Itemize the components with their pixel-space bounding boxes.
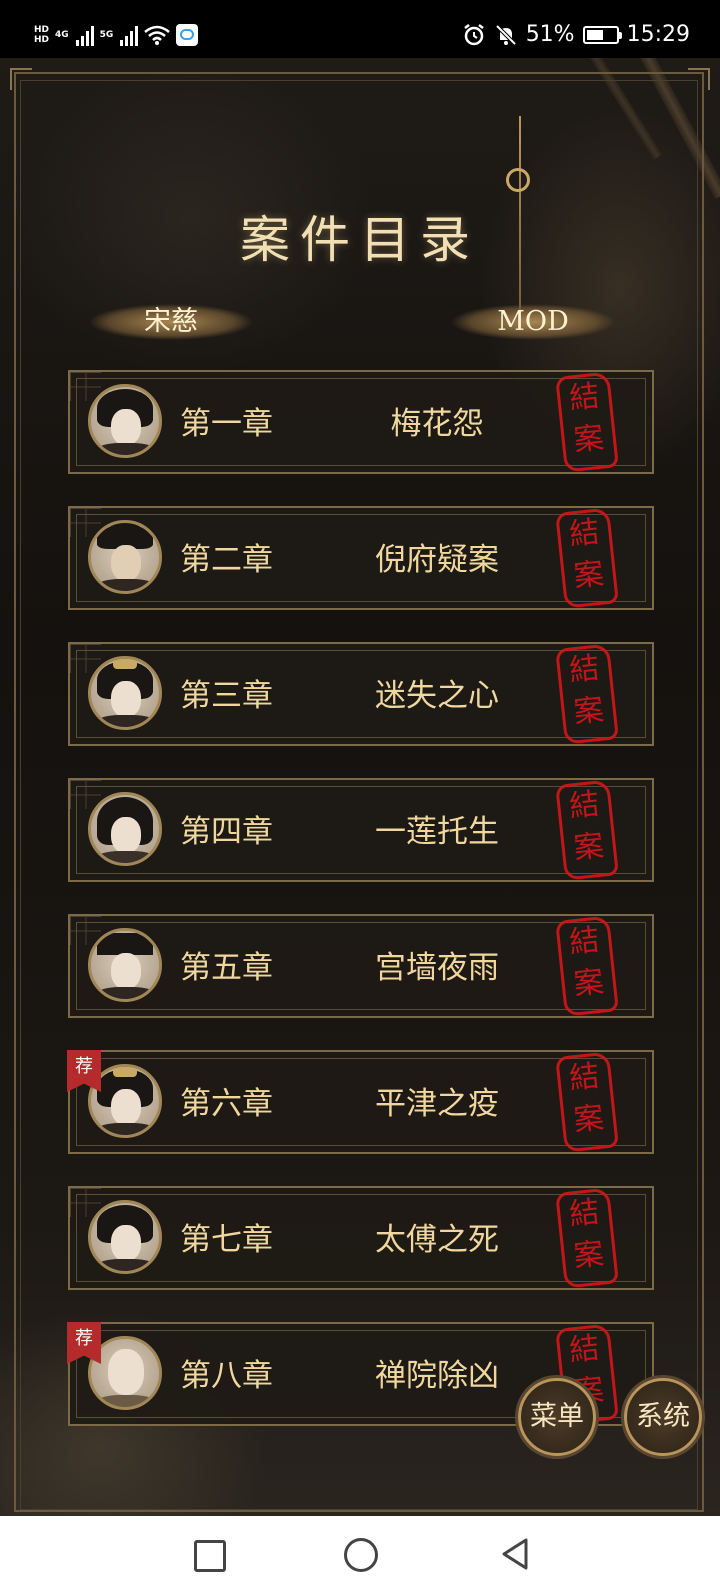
chapter-label: 第五章	[180, 950, 273, 986]
chapter-label: 第二章	[180, 542, 273, 578]
tab-mod[interactable]: MOD	[428, 298, 638, 346]
clock: 15:29	[626, 22, 690, 47]
closed-stamp: 結案	[555, 643, 619, 745]
chapter-label: 第七章	[180, 1222, 273, 1258]
recommended-badge: 荐	[67, 1322, 101, 1364]
network-type-1: 4G	[55, 30, 69, 40]
closed-stamp: 結案	[555, 507, 619, 609]
avatar	[88, 792, 162, 866]
recent-apps-icon[interactable]	[190, 1536, 228, 1572]
chapter-label: 第一章	[180, 406, 273, 442]
avatar	[88, 656, 162, 730]
frame-corner-icon	[10, 68, 32, 90]
chapter-label: 第三章	[180, 678, 273, 714]
avatar	[88, 520, 162, 594]
case-title: 一莲托生	[375, 814, 499, 850]
chapter-row-5[interactable]: 第五章 宫墙夜雨 結案	[68, 914, 654, 1018]
recommended-badge: 荐	[67, 1050, 101, 1092]
tab-songci[interactable]: 宋慈	[66, 298, 276, 346]
closed-stamp: 結案	[555, 371, 619, 473]
signal-icon	[75, 24, 94, 46]
chapter-row-1[interactable]: 第一章 梅花怨 結案	[68, 370, 654, 474]
battery-percent: 51%	[525, 22, 575, 47]
case-title: 平津之疫	[375, 1086, 499, 1122]
menu-button[interactable]: 菜单	[518, 1378, 596, 1456]
case-title: 宫墙夜雨	[375, 950, 499, 986]
back-icon[interactable]	[496, 1536, 534, 1572]
avatar	[88, 384, 162, 458]
case-title: 太傅之死	[375, 1222, 499, 1258]
chapter-row-4[interactable]: 第四章 一莲托生 結案	[68, 778, 654, 882]
chapter-row-3[interactable]: 第三章 迷失之心 結案	[68, 642, 654, 746]
closed-stamp: 結案	[555, 1187, 619, 1289]
chapter-label: 第八章	[180, 1358, 273, 1394]
home-icon[interactable]	[342, 1536, 380, 1572]
wifi-icon	[144, 25, 171, 45]
alarm-icon	[463, 23, 484, 45]
case-title: 倪府疑案	[375, 542, 499, 578]
avatar	[88, 928, 162, 1002]
network-type-2: 5G	[99, 30, 114, 40]
status-right: 51% 15:29	[462, 22, 690, 47]
page-title: 案件目录	[240, 211, 480, 269]
system-button[interactable]: 系统	[624, 1378, 702, 1456]
chapter-row-7[interactable]: 第七章 太傅之死 結案	[68, 1186, 654, 1290]
closed-stamp: 結案	[555, 1051, 619, 1153]
chapter-label: 第四章	[180, 814, 273, 850]
case-title: 梅花怨	[390, 406, 484, 442]
chapter-label: 第六章	[180, 1086, 273, 1122]
closed-stamp: 結案	[555, 915, 619, 1017]
battery-icon	[582, 25, 622, 44]
case-title: 禅院除凶	[375, 1358, 499, 1394]
hd-indicator: HD HD	[34, 25, 50, 45]
game-screen: 案件目录 宋慈 MOD 第一章 梅花怨 結案 第二章 倪府疑案 結案 第三章 迷…	[0, 58, 720, 1516]
status-left: HD HD 4G 5G	[34, 24, 199, 46]
mute-bell-icon	[495, 24, 517, 45]
signal-icon-2	[120, 24, 139, 46]
case-title: 迷失之心	[375, 678, 499, 714]
chapter-row-2[interactable]: 第二章 倪府疑案 結案	[68, 506, 654, 610]
navigation-bar	[0, 1516, 720, 1592]
chat-app-icon	[176, 24, 199, 46]
frame-corner-icon	[688, 68, 710, 90]
ornament-ring-icon	[506, 168, 530, 192]
closed-stamp: 結案	[555, 779, 619, 881]
chapter-row-6[interactable]: 荐 第六章 平津之疫 結案	[67, 1050, 654, 1154]
avatar	[88, 1200, 162, 1274]
